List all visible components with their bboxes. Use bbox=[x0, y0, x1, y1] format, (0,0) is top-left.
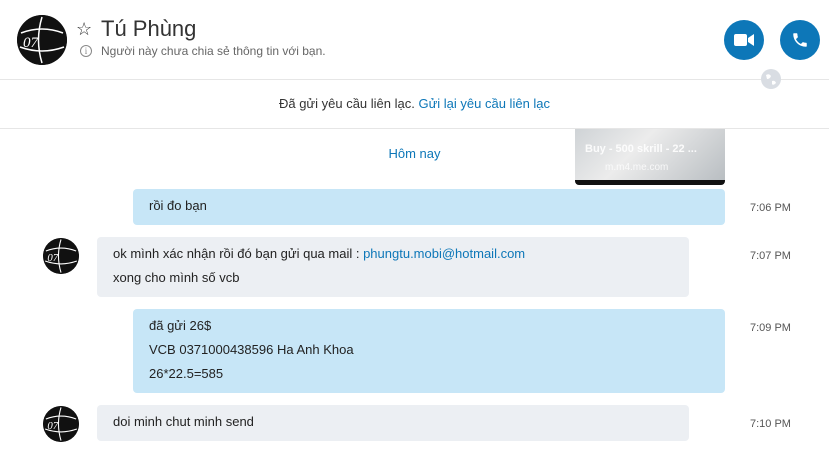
contact-name: Tú Phùng bbox=[101, 16, 197, 41]
day-separator: Hôm nay bbox=[388, 146, 441, 161]
incoming-message[interactable]: doi minh chut minh send bbox=[97, 405, 689, 441]
email-link[interactable]: phungtu.mobi@hotmail.com bbox=[363, 246, 525, 261]
message-text: doi minh chut minh send bbox=[113, 414, 254, 429]
star-icon[interactable]: ☆ bbox=[76, 19, 92, 39]
incoming-message[interactable]: ok mình xác nhận rồi đó bạn gửi qua mail… bbox=[97, 237, 689, 297]
phone-icon bbox=[793, 33, 807, 47]
message-line: ok mình xác nhận rồi đó bạn gửi qua mail… bbox=[113, 242, 673, 266]
svg-text:07: 07 bbox=[47, 420, 58, 432]
contact-request-bar: Đã gửi yêu cầu liên lạc. Gửi lại yêu cầu… bbox=[0, 81, 829, 129]
audio-call-button[interactable] bbox=[780, 20, 820, 60]
video-call-icon bbox=[734, 34, 754, 46]
thumbnail-subcaption: m.m4.me.com bbox=[605, 162, 669, 173]
video-call-button[interactable] bbox=[724, 20, 764, 60]
request-sent-text: Đã gửi yêu cầu liên lạc. bbox=[278, 96, 415, 111]
message-text: 26*22.5=585 bbox=[149, 366, 224, 381]
contact-avatar[interactable]: 07 bbox=[17, 15, 67, 65]
message-text: đã gửi 26$ bbox=[149, 318, 212, 333]
message-text: ok mình xác nhận rồi đó bạn gửi qua mail… bbox=[113, 246, 364, 261]
outgoing-message[interactable]: rồi đo bạn bbox=[133, 189, 725, 225]
contact-status: Người này chưa chia sẻ thông tin với bạn… bbox=[101, 44, 326, 58]
sender-avatar[interactable]: 07 bbox=[43, 238, 79, 274]
message-text: xong cho mình số vcb bbox=[113, 270, 240, 285]
info-icon[interactable]: i bbox=[80, 45, 92, 57]
resend-request-link[interactable]: Gửi lại yêu cầu liên lạc bbox=[418, 96, 550, 111]
sender-avatar[interactable]: 07 bbox=[43, 406, 79, 442]
message-text: VCB 0371000438596 Ha Anh Khoa bbox=[149, 342, 354, 357]
message-timestamp: 7:10 PM bbox=[750, 418, 791, 430]
svg-text:07: 07 bbox=[47, 252, 58, 264]
message-timestamp: 7:09 PM bbox=[750, 322, 791, 334]
message-text: rồi đo bạn bbox=[149, 198, 207, 213]
outgoing-message[interactable]: đã gửi 26$ VCB 0371000438596 Ha Anh Khoa… bbox=[133, 309, 725, 393]
conversation-header: 07 ☆ Tú Phùng i Người này chưa chia sẻ t… bbox=[0, 0, 829, 89]
avatar-label: 07 bbox=[23, 35, 40, 51]
message-timestamp: 7:06 PM bbox=[750, 202, 791, 214]
message-timestamp: 7:07 PM bbox=[750, 250, 791, 262]
